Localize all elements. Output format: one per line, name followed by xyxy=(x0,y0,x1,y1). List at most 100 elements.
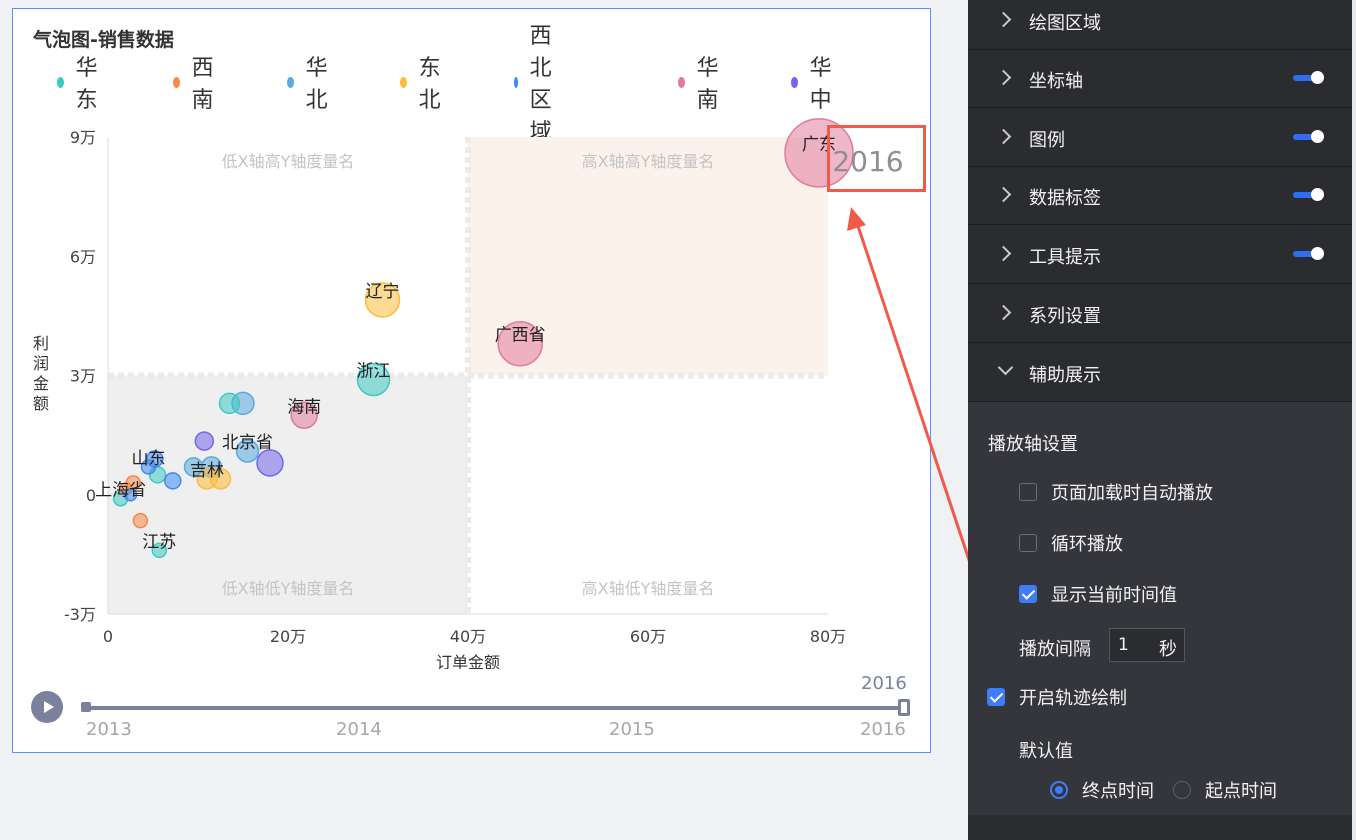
bubble-circle xyxy=(218,392,241,415)
annotation-highlight-year xyxy=(827,125,926,192)
panel-row-auxiliary[interactable]: 辅助展示 xyxy=(968,344,1352,402)
panel-row-data-label[interactable]: 数据标签 xyxy=(968,167,1352,225)
chevron-right-icon xyxy=(995,128,1012,145)
quadrant-label-top-left: 低X轴高Y轴度量名 xyxy=(222,152,355,171)
settings-panel: 绘图区域 坐标轴 图例 数据标签 工具提示 系列设置 辅助展示 播放轴设置 页面… xyxy=(968,0,1352,840)
panel-row-label: 绘图区域 xyxy=(1029,13,1101,34)
y-tick-label: 9万 xyxy=(70,128,96,147)
bubble-circle xyxy=(132,512,149,529)
interval-unit: 秒 xyxy=(1159,639,1177,660)
quadrant-label-top-right: 高X轴高Y轴度量名 xyxy=(582,152,715,171)
play-axis-section-title: 播放轴设置 xyxy=(988,434,1078,455)
play-axis-start-handle[interactable] xyxy=(81,702,91,712)
toggle-knob xyxy=(1311,130,1324,143)
y-tick-label: -3万 xyxy=(64,605,96,624)
tooltip-toggle[interactable] xyxy=(1293,247,1324,260)
bubble xyxy=(218,392,241,415)
loop-label: 循环播放 xyxy=(1051,534,1123,555)
chevron-right-icon xyxy=(995,186,1012,203)
bubble-plot: 低X轴高Y轴度量名 高X轴高Y轴度量名低X轴低Y轴度量名 高X轴低Y轴度量名 -3万 0… xyxy=(33,118,904,669)
toggle-knob xyxy=(1311,71,1324,84)
play-button[interactable] xyxy=(31,691,63,723)
bubble-label: 江苏 xyxy=(142,532,176,552)
trajectory-checkbox-row[interactable]: 开启轨迹绘制 xyxy=(987,685,1127,709)
show-time-checkbox-row[interactable]: 显示当前时间值 xyxy=(1019,582,1177,606)
bubble-circle xyxy=(164,472,182,490)
bubble-circle xyxy=(256,449,284,477)
auto-play-checkbox-row[interactable]: 页面加载时自动播放 xyxy=(1019,480,1213,504)
panel-row-label: 工具提示 xyxy=(1029,247,1101,268)
panel-row-label: 数据标签 xyxy=(1029,188,1101,209)
bubble xyxy=(132,512,149,529)
loop-checkbox-row[interactable]: 循环播放 xyxy=(1019,531,1123,555)
quadrant-label-bottom-left: 低X轴低Y轴度量名 xyxy=(222,579,355,598)
y-axis-title: 利润金额 xyxy=(33,334,49,413)
panel-row-label: 图例 xyxy=(1029,130,1065,151)
x-tick-label: 20万 xyxy=(270,627,306,646)
bubble-label: 广西省 xyxy=(495,326,546,346)
bubble-label: 浙江 xyxy=(357,361,391,381)
chevron-right-icon xyxy=(995,245,1012,262)
play-axis-year[interactable]: 2015 xyxy=(609,719,655,740)
play-axis-year[interactable]: 2016 xyxy=(860,719,906,740)
panel-row-legend[interactable]: 图例 xyxy=(968,109,1352,167)
auxiliary-settings: 播放轴设置 页面加载时自动播放 循环播放 显示当前时间值 播放间隔 秒 开启轨迹… xyxy=(968,402,1352,815)
auto-play-checkbox[interactable] xyxy=(1019,483,1037,501)
y-tick-label: 6万 xyxy=(70,247,96,266)
panel-row-label: 坐标轴 xyxy=(1029,71,1083,92)
x-tick-label: 0 xyxy=(103,627,113,646)
x-tick-label: 60万 xyxy=(630,627,666,646)
chevron-down-icon xyxy=(997,359,1014,376)
play-axis-year[interactable]: 2014 xyxy=(336,719,382,740)
trajectory-checkbox[interactable] xyxy=(987,688,1005,706)
data-label-toggle[interactable] xyxy=(1293,188,1324,201)
radio-start-time[interactable]: 起点时间 xyxy=(1173,778,1277,802)
show-time-label: 显示当前时间值 xyxy=(1051,585,1177,606)
play-axis-current-year: 2016 xyxy=(861,673,907,694)
panel-row-label: 辅助展示 xyxy=(1029,365,1101,386)
toggle-knob xyxy=(1311,247,1324,260)
bubble-label: 山东 xyxy=(132,449,166,469)
play-axis-year[interactable]: 2013 xyxy=(86,719,132,740)
bubble xyxy=(164,472,182,490)
toggle-knob xyxy=(1311,188,1324,201)
bubble-circle xyxy=(194,431,215,451)
panel-row-series[interactable]: 系列设置 xyxy=(968,285,1352,343)
x-tick-label: 80万 xyxy=(810,627,846,646)
loop-checkbox[interactable] xyxy=(1019,534,1037,552)
bubble xyxy=(194,431,215,451)
legend-toggle[interactable] xyxy=(1293,130,1324,143)
chevron-right-icon xyxy=(995,69,1012,86)
radio-end-time-dot[interactable] xyxy=(1050,781,1068,799)
radio-end-time[interactable]: 终点时间 xyxy=(1050,778,1154,802)
radio-end-time-label: 终点时间 xyxy=(1082,781,1154,802)
trajectory-label: 开启轨迹绘制 xyxy=(1019,688,1127,709)
panel-row-label: 系列设置 xyxy=(1029,306,1101,327)
interval-label: 播放间隔 xyxy=(1019,639,1091,660)
axis-toggle[interactable] xyxy=(1293,71,1324,84)
bubble-label: 上海省 xyxy=(95,481,146,501)
chevron-right-icon xyxy=(995,11,1012,28)
bubble xyxy=(256,449,284,477)
bubble-label: 北京省 xyxy=(222,433,273,453)
bubble-label: 海南 xyxy=(287,397,321,417)
panel-row-tooltip[interactable]: 工具提示 xyxy=(968,226,1352,284)
radio-start-time-dot[interactable] xyxy=(1173,781,1191,799)
x-tick-label: 40万 xyxy=(450,627,486,646)
default-value-label: 默认值 xyxy=(1019,741,1073,762)
chart-card: 气泡图-销售数据 华东 西南 华北 东北 西北区域 华南 华中 低X轴高Y轴度量… xyxy=(12,8,931,753)
panel-row-axis[interactable]: 坐标轴 xyxy=(968,50,1352,108)
chevron-right-icon xyxy=(995,304,1012,321)
auto-play-label: 页面加载时自动播放 xyxy=(1051,483,1213,504)
bubble-label: 吉林 xyxy=(190,461,224,481)
play-axis-track[interactable] xyxy=(85,706,905,710)
y-tick-label: 3万 xyxy=(70,367,96,386)
radio-start-time-label: 起点时间 xyxy=(1205,781,1277,802)
panel-row-plot-area[interactable]: 绘图区域 xyxy=(968,0,1352,50)
bubble-label: 辽宁 xyxy=(366,282,400,302)
show-time-checkbox[interactable] xyxy=(1019,585,1037,603)
panel-edge xyxy=(1352,0,1356,840)
play-axis-end-handle[interactable] xyxy=(898,699,910,716)
quadrant-label-bottom-right: 高X轴低Y轴度量名 xyxy=(582,579,715,598)
x-axis-title: 订单金额 xyxy=(436,653,500,669)
